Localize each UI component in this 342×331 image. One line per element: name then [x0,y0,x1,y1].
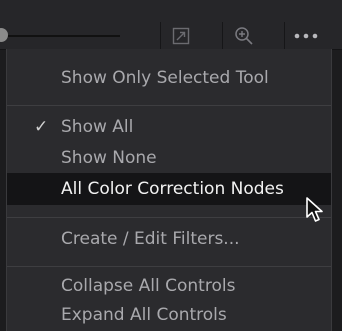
menu-item-label: Expand All Controls [61,305,227,325]
menu-item-create-edit-filters[interactable]: Create / Edit Filters... [7,223,331,255]
expand-button[interactable] [161,22,201,49]
menu-divider [7,266,331,267]
more-options-icon [294,33,318,38]
menu-item-collapse-all-controls[interactable]: Collapse All Controls [7,270,331,302]
toolbar [0,0,342,50]
zoom-slider-track[interactable] [0,35,120,37]
menu-item-expand-all-controls[interactable]: Expand All Controls [7,299,331,331]
expand-icon [172,27,190,44]
menu-item-label: Show All [61,117,134,137]
toolbar-separator [284,22,285,49]
menu-divider [7,217,331,218]
menu-item-show-only-selected-tool[interactable]: Show Only Selected Tool [7,62,331,94]
zoom-button[interactable] [224,22,264,49]
menu-item-label: All Color Correction Nodes [61,179,284,199]
menu-item-show-all[interactable]: ✓ Show All [7,111,331,143]
toolbar-separator [222,22,223,49]
menu-item-show-none[interactable]: Show None [7,142,331,174]
menu-item-label: Show None [61,148,157,168]
more-options-button[interactable] [286,22,326,49]
menu-item-label: Show Only Selected Tool [61,68,269,88]
menu-item-label: Create / Edit Filters... [61,229,240,249]
zoom-slider-handle[interactable] [0,28,8,42]
menu-item-label: Collapse All Controls [61,276,236,296]
mouse-cursor-icon [306,197,323,222]
checkmark-icon: ✓ [34,117,49,137]
menu-divider [7,105,331,106]
options-menu: Show Only Selected Tool ✓ Show All Show … [6,49,332,331]
zoom-icon [235,26,253,45]
menu-item-all-color-correction-nodes[interactable]: All Color Correction Nodes [7,173,331,205]
